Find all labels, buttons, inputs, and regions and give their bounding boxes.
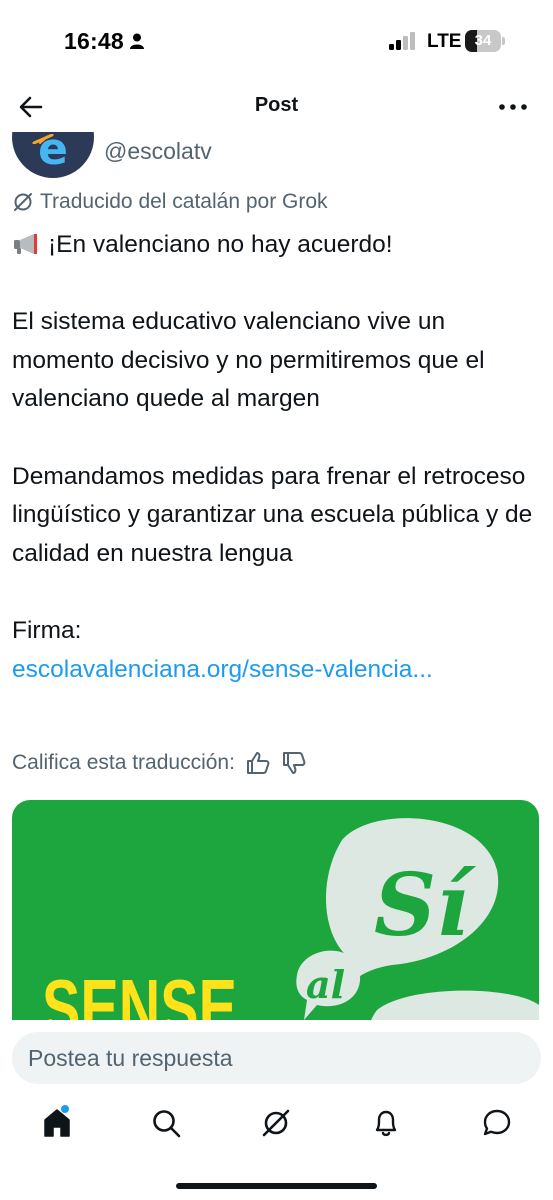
image-word-al: al — [306, 962, 345, 1007]
top-header: Post — [0, 80, 553, 132]
home-indicator — [176, 1183, 377, 1189]
grok-icon — [14, 193, 32, 211]
more-horizontal-icon[interactable] — [496, 92, 530, 122]
status-time: 16:48 — [64, 28, 124, 54]
tweet-sign-label: Firma: — [12, 616, 82, 644]
status-bar: 16:48 LTE 34 — [0, 0, 553, 80]
tweet-headline: ¡En valenciano no hay acuerdo! — [48, 231, 393, 258]
reply-input[interactable]: Postea tu respuesta — [12, 1032, 541, 1084]
home-notification-dot — [61, 1105, 69, 1113]
home-icon[interactable] — [40, 1106, 74, 1140]
translation-note-text: Traducido del catalán por Grok — [40, 190, 328, 213]
tweet-body: ¡En valenciano no hay acuerdo! El sistem… — [12, 226, 542, 689]
bottom-tab-bar — [0, 1090, 553, 1160]
author-handle[interactable]: @escolatv — [104, 138, 212, 165]
megaphone-icon — [14, 234, 37, 254]
battery-level: 34 — [474, 32, 492, 49]
bell-icon[interactable] — [369, 1106, 403, 1140]
tweet-paragraph-2: El sistema educativo valenciano vive un … — [12, 308, 485, 413]
translation-note: Traducido del catalán por Grok — [12, 190, 328, 214]
person-icon — [130, 33, 144, 49]
image-word-si: Sí — [374, 855, 477, 956]
thumbs-up-icon[interactable] — [245, 750, 271, 776]
battery-icon: 34 — [465, 30, 505, 52]
page-title: Post — [254, 94, 299, 116]
grok-icon[interactable] — [259, 1106, 293, 1140]
messages-icon[interactable] — [480, 1106, 514, 1140]
tweet-link[interactable]: escolavalenciana.org/sense-valencia... — [12, 656, 433, 683]
thumbs-down-icon[interactable] — [281, 750, 307, 776]
signal-icon — [389, 32, 415, 50]
network-type: LTE — [427, 31, 462, 52]
search-icon[interactable] — [149, 1106, 183, 1140]
tweet-paragraph-3: Demandamos medidas para frenar el retroc… — [12, 462, 533, 567]
rate-translation-label: Califica esta traducción: — [12, 751, 235, 774]
tweet-line-1: ¡En valenciano no hay acuerdo! — [12, 226, 542, 265]
rate-translation: Califica esta traducción: — [12, 750, 307, 776]
